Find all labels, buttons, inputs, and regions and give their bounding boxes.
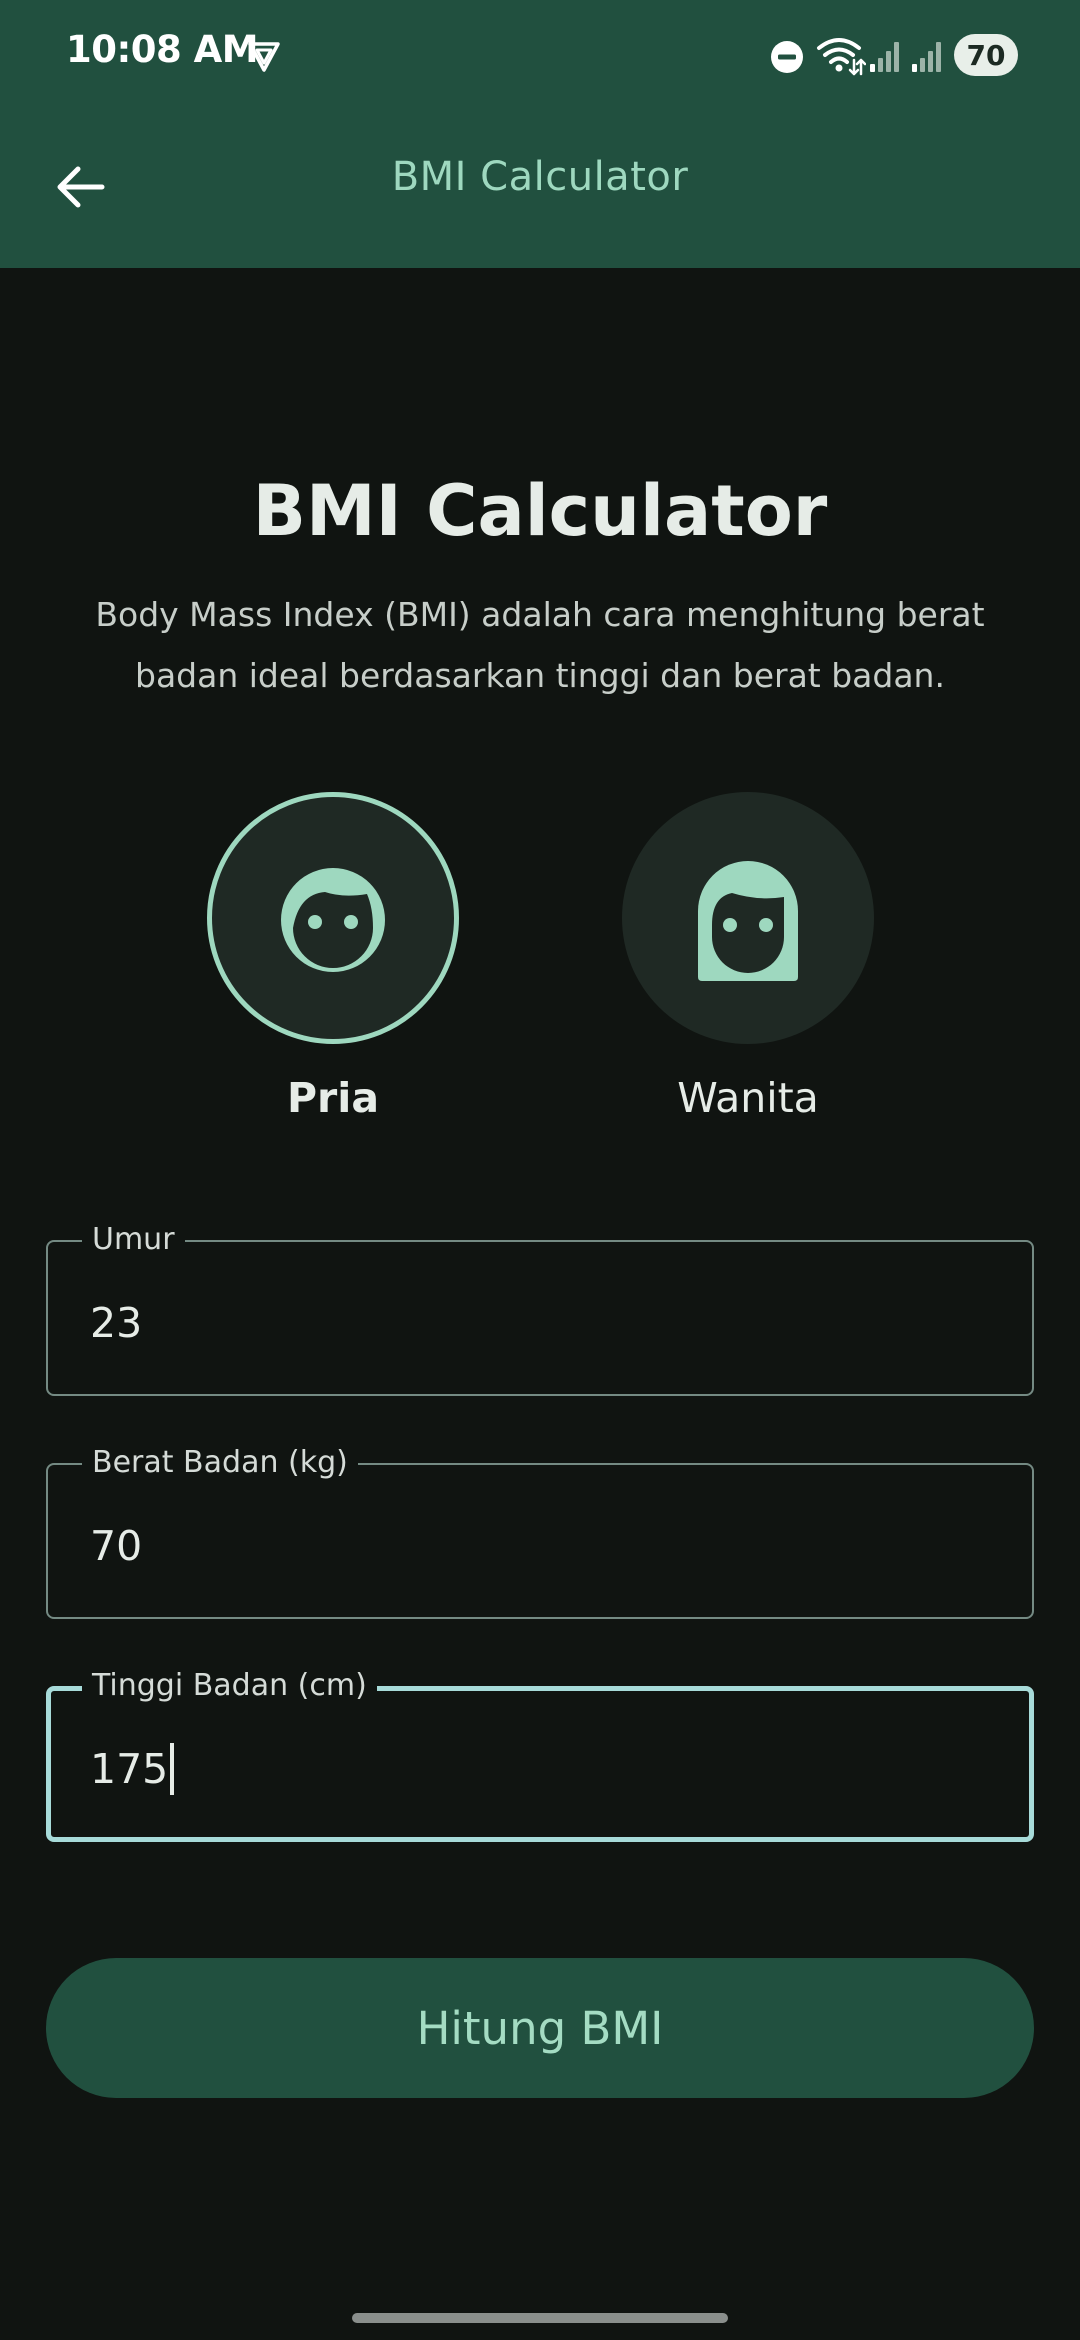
height-field-value-wrap[interactable]: 175: [90, 1743, 175, 1795]
battery-indicator: 70: [954, 34, 1018, 76]
cell-signal-icon: [870, 42, 899, 72]
weight-field-label: Berat Badan (kg): [82, 1443, 358, 1483]
page-title: BMI Calculator: [252, 470, 828, 552]
gender-label-pria: Pria: [287, 1074, 379, 1122]
gender-option-pria[interactable]: Pria: [203, 792, 463, 1122]
female-face-icon: [698, 861, 798, 981]
cell-signal-icon: [912, 42, 941, 72]
app-bar: BMI Calculator: [0, 110, 1080, 268]
text-cursor: [170, 1743, 175, 1795]
gender-option-wanita[interactable]: Wanita: [618, 792, 878, 1122]
screen: 10:08 AM 70 BMI Calculator BMI Calculato…: [0, 0, 1080, 2340]
height-field[interactable]: Tinggi Badan (cm) 175: [46, 1666, 1034, 1842]
vpn-icon: [248, 42, 280, 72]
app-bar-title: BMI Calculator: [391, 154, 689, 200]
gender-circle-pria[interactable]: [207, 792, 459, 1044]
height-field-value[interactable]: 175: [90, 1745, 168, 1793]
calculate-bmi-button[interactable]: Hitung BMI: [46, 1958, 1034, 2098]
age-field-value[interactable]: 23: [90, 1298, 142, 1348]
height-field-label: Tinggi Badan (cm): [82, 1666, 377, 1706]
battery-level: 70: [966, 38, 1006, 72]
weight-field-value[interactable]: 70: [90, 1521, 142, 1571]
gender-circle-wanita[interactable]: [622, 792, 874, 1044]
weight-field[interactable]: Berat Badan (kg) 70: [46, 1443, 1034, 1619]
gender-label-wanita: Wanita: [677, 1074, 819, 1122]
male-face-icon: [281, 868, 385, 972]
status-time: 10:08 AM: [66, 28, 259, 71]
status-bar: 10:08 AM 70: [0, 0, 1080, 110]
page-description: Body Mass Index (BMI) adalah cara menghi…: [95, 595, 985, 695]
age-field[interactable]: Umur 23: [46, 1220, 1034, 1396]
gesture-nav-handle[interactable]: [352, 2313, 728, 2323]
age-field-label: Umur: [82, 1220, 185, 1260]
wifi-icon: [817, 38, 866, 76]
do-not-disturb-icon: [771, 41, 803, 73]
